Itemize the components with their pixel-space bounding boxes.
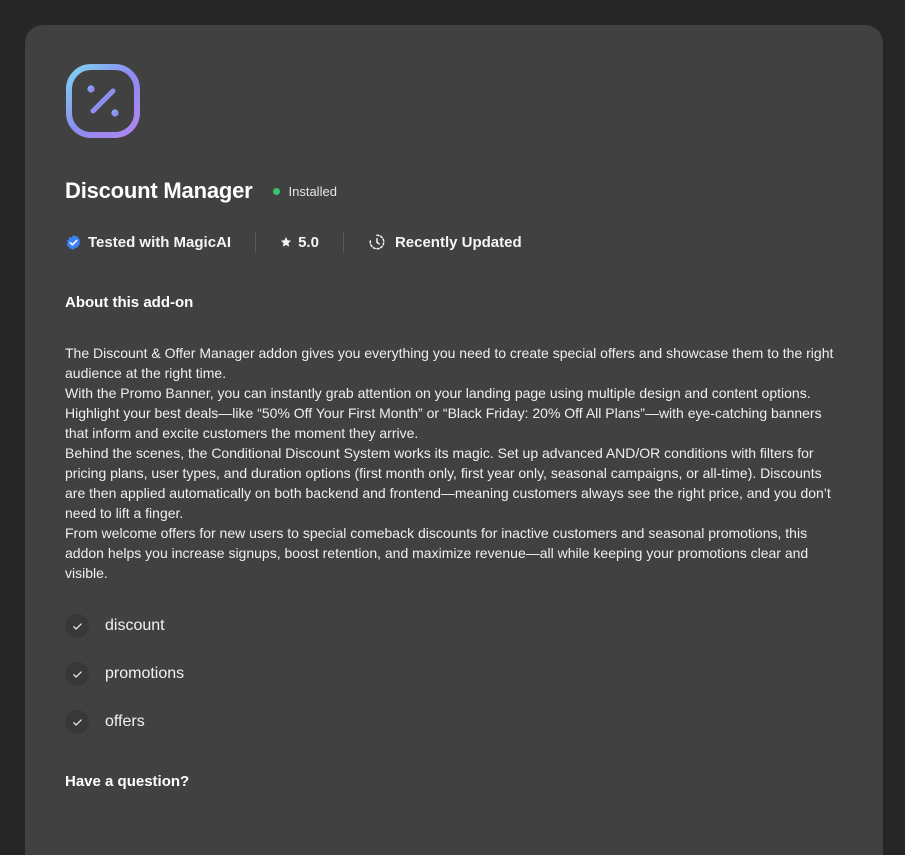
list-item: discount bbox=[65, 613, 843, 639]
star-icon bbox=[280, 236, 292, 248]
description-paragraph: From welcome offers for new users to spe… bbox=[65, 525, 809, 581]
status-badge: Installed bbox=[272, 183, 337, 199]
tag-list: discount promotions offers bbox=[65, 613, 843, 735]
addon-description: The Discount & Offer Manager addon gives… bbox=[65, 343, 845, 583]
tested-badge: Tested with MagicAI bbox=[65, 234, 231, 251]
tag-label: discount bbox=[105, 617, 165, 634]
updated-label: Recently Updated bbox=[394, 233, 522, 251]
check-icon bbox=[65, 710, 89, 734]
check-icon bbox=[65, 662, 89, 686]
description-paragraph: Behind the scenes, the Conditional Disco… bbox=[65, 445, 831, 521]
divider bbox=[255, 232, 257, 252]
description-paragraph: With the Promo Banner, you can instantly… bbox=[65, 385, 822, 441]
rating-value: 5.0 bbox=[298, 233, 319, 251]
updated-badge: Recently Updated bbox=[368, 233, 522, 251]
title-row: Discount Manager Installed bbox=[65, 176, 843, 206]
meta-row: Tested with MagicAI 5.0 Recently Updated bbox=[65, 230, 843, 254]
check-icon bbox=[65, 614, 89, 638]
about-heading: About this add-on bbox=[65, 294, 194, 311]
tested-label: Tested with MagicAI bbox=[88, 233, 232, 251]
divider bbox=[342, 232, 344, 252]
status-label: Installed bbox=[288, 183, 337, 199]
tag-label: offers bbox=[105, 713, 145, 730]
description-paragraph: The Discount & Offer Manager addon gives… bbox=[65, 345, 834, 381]
question-heading: Have a question? bbox=[65, 773, 190, 790]
tag-label: promotions bbox=[105, 665, 185, 682]
percent-icon bbox=[66, 64, 140, 138]
verified-badge-icon bbox=[65, 234, 82, 251]
addon-detail-card: Discount Manager Installed Tested with M… bbox=[25, 25, 883, 855]
addon-title: Discount Manager bbox=[65, 178, 253, 203]
clock-refresh-icon bbox=[368, 233, 386, 251]
status-dot-icon bbox=[272, 187, 280, 195]
rating: 5.0 bbox=[280, 234, 319, 251]
list-item: promotions bbox=[65, 661, 843, 687]
list-item: offers bbox=[65, 709, 843, 735]
